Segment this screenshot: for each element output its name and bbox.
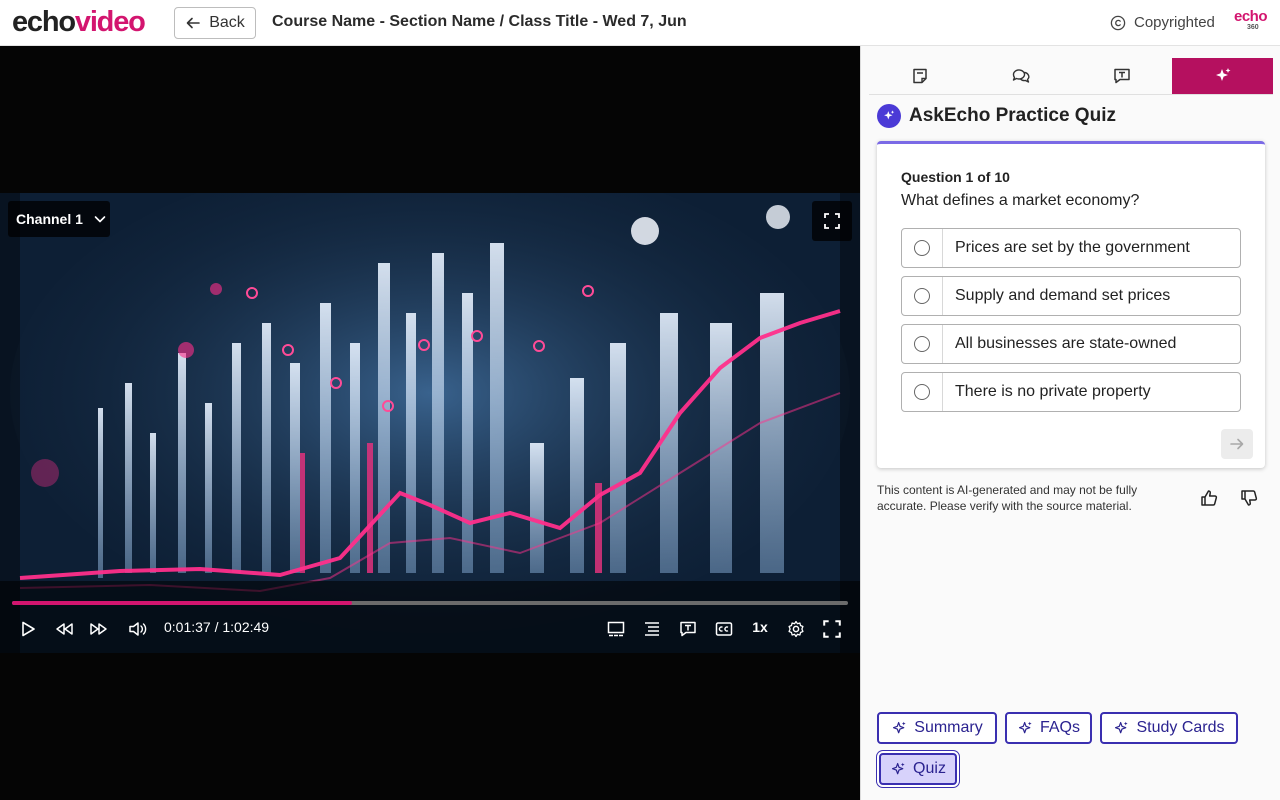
thumbs-down-icon (1241, 490, 1258, 506)
answer-label: All businesses are state-owned (955, 335, 1177, 352)
copyright-label: Copyrighted (1134, 14, 1215, 31)
echo360-logo: echo 360 (1234, 8, 1268, 31)
quiz-title: AskEcho Practice Quiz (909, 105, 1116, 126)
chat-icon (1012, 69, 1029, 83)
tab-askecho[interactable] (1172, 58, 1273, 94)
transcript-icon (1113, 68, 1130, 84)
sparkle-icon (884, 110, 895, 120)
answer-label: There is no private property (955, 383, 1151, 400)
play-icon (22, 621, 35, 637)
transcript-button[interactable] (676, 617, 700, 641)
quiz-card: Question 1 of 10 What defines a market e… (877, 141, 1265, 468)
progress-bar[interactable] (12, 601, 848, 605)
transcript-icon (680, 621, 696, 637)
radio-button[interactable] (914, 240, 930, 256)
answer-option[interactable]: There is no private property (901, 372, 1241, 412)
video-player: Channel 1 0:01:37 / 1:02:49 1x (0, 46, 860, 800)
fullscreen-icon (824, 213, 840, 229)
quiz-header: AskEcho Practice Quiz (877, 104, 1116, 128)
closed-captions-icon (715, 622, 733, 636)
arrow-left-icon (186, 17, 201, 29)
radio-button[interactable] (914, 288, 930, 304)
sparkle-icon (1215, 68, 1230, 81)
chapters-button[interactable] (640, 617, 664, 641)
channel-selector[interactable]: Channel 1 (8, 201, 110, 237)
progress-fill (12, 601, 353, 605)
fast-forward-button[interactable] (87, 617, 111, 641)
sparkle-icon (1018, 721, 1032, 733)
channel-fullscreen-button[interactable] (812, 201, 852, 241)
answer-label: Prices are set by the government (955, 239, 1190, 256)
askecho-sidebar: AskEcho Practice Quiz Question 1 of 10 W… (860, 46, 1280, 800)
summary-chip[interactable]: Summary (877, 712, 997, 744)
question-text: What defines a market economy? (901, 192, 1140, 209)
tab-notes[interactable] (869, 58, 970, 94)
app-header: echovideo Back Course Name - Section Nam… (0, 0, 1280, 46)
fast-forward-icon (90, 623, 107, 635)
tab-discussions[interactable] (970, 58, 1071, 94)
chevron-down-icon (94, 216, 106, 223)
arrow-right-icon (1230, 438, 1244, 450)
layout-icon (607, 621, 625, 637)
page-title: Course Name - Section Name / Class Title… (272, 13, 687, 30)
answer-option[interactable]: Supply and demand set prices (901, 276, 1241, 316)
back-label: Back (209, 14, 245, 31)
sparkle-icon (892, 762, 905, 774)
copyright-status[interactable]: Copyrighted (1110, 14, 1215, 31)
sparkle-icon (893, 721, 906, 733)
askecho-badge (877, 104, 901, 128)
channel-label: Channel 1 (16, 211, 83, 227)
study-cards-chip[interactable]: Study Cards (1100, 712, 1238, 744)
radio-button[interactable] (914, 384, 930, 400)
rewind-icon (56, 623, 73, 635)
answer-option[interactable]: Prices are set by the government (901, 228, 1241, 268)
sidebar-tabs (869, 58, 1273, 95)
volume-icon (129, 622, 147, 636)
list-icon (645, 622, 659, 636)
radio-button[interactable] (914, 336, 930, 352)
thumbs-up-icon (1201, 490, 1218, 506)
playback-speed-button[interactable]: 1x (748, 619, 772, 635)
player-controls: 0:01:37 / 1:02:49 1x (0, 581, 860, 653)
captions-button[interactable] (712, 617, 736, 641)
answer-label: Supply and demand set prices (955, 287, 1171, 304)
playback-time: 0:01:37 / 1:02:49 (164, 619, 270, 635)
thumbs-down-button[interactable] (1237, 486, 1261, 510)
faqs-chip[interactable]: FAQs (1005, 712, 1092, 744)
fullscreen-icon (823, 620, 841, 638)
quiz-chip[interactable]: Quiz (879, 753, 957, 785)
echovideo-logo[interactable]: echovideo (12, 6, 146, 38)
back-button[interactable]: Back (174, 7, 256, 39)
layout-button[interactable] (604, 617, 628, 641)
fullscreen-button[interactable] (820, 617, 844, 641)
next-question-button[interactable] (1221, 429, 1253, 459)
rewind-button[interactable] (52, 617, 76, 641)
sparkle-icon (1115, 721, 1129, 733)
play-button[interactable] (16, 617, 40, 641)
notes-icon (912, 68, 927, 84)
thumbs-up-button[interactable] (1197, 486, 1221, 510)
copyright-icon (1110, 15, 1126, 30)
settings-button[interactable] (784, 617, 808, 641)
gear-icon (788, 620, 804, 638)
volume-button[interactable] (125, 617, 149, 641)
ai-disclaimer: This content is AI-generated and may not… (877, 483, 1138, 513)
question-counter: Question 1 of 10 (901, 169, 1010, 185)
answer-option[interactable]: All businesses are state-owned (901, 324, 1241, 364)
tab-transcript[interactable] (1071, 58, 1172, 94)
